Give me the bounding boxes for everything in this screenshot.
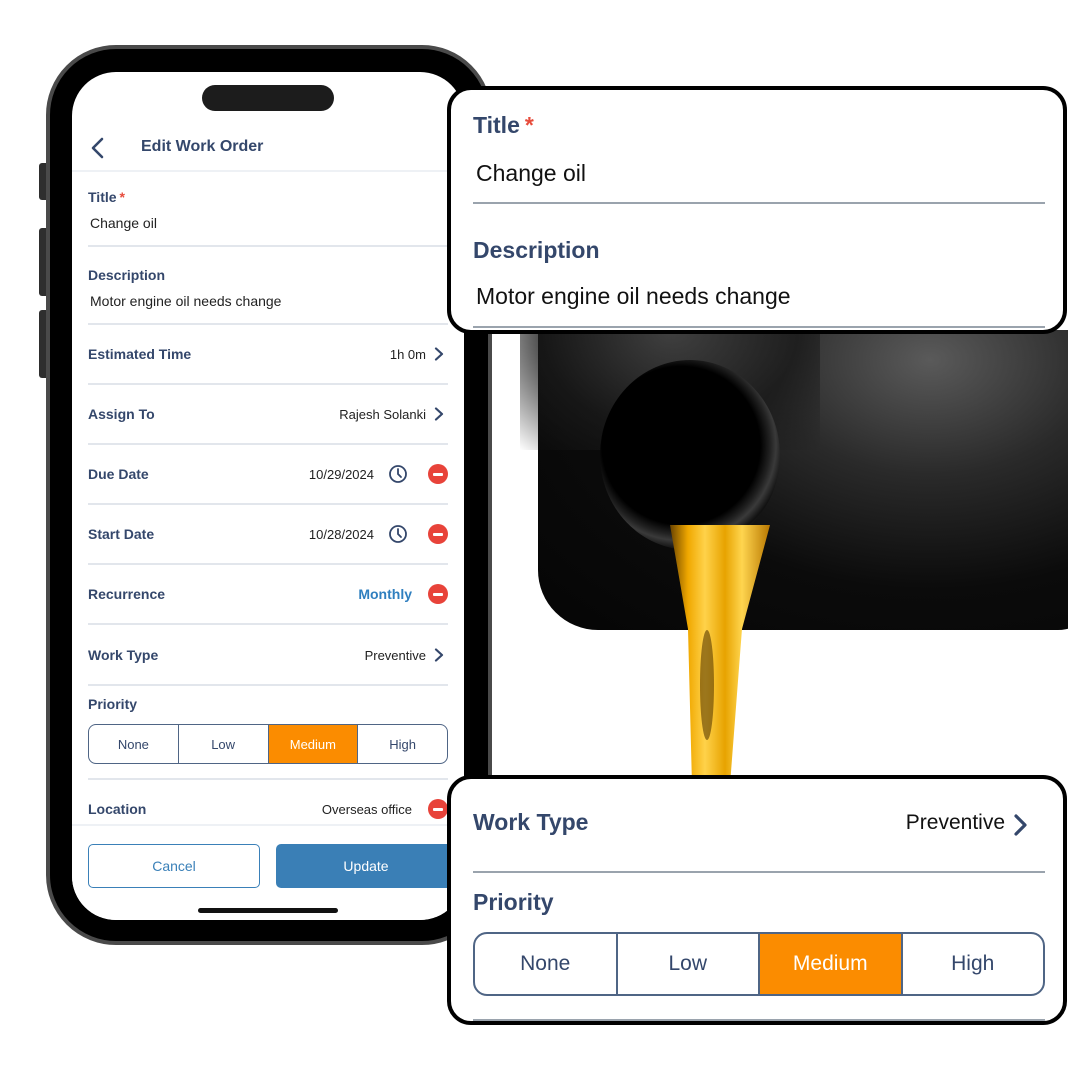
due-date-row[interactable]: Due Date 10/29/2024 [88,463,448,485]
clock-icon[interactable] [388,464,408,484]
recurrence-row[interactable]: Recurrence Monthly [88,583,448,605]
clock-icon[interactable] [388,524,408,544]
title-label: Title * [88,189,125,205]
required-asterisk: * [119,189,125,205]
callout-title-label: Title * [473,112,534,138]
divider [88,623,448,625]
divider [88,323,448,325]
start-date-value: 10/28/2024 [308,526,374,542]
remove-icon[interactable] [428,524,448,544]
remove-icon[interactable] [428,584,448,604]
callout-priority-option-none: None [520,952,571,975]
divider [88,778,448,780]
recurrence-label: Recurrence [88,586,166,602]
remove-icon[interactable] [428,799,448,819]
dynamic-island [202,85,334,111]
callout-description-value: Motor engine oil needs change [476,283,791,309]
chevron-right-icon [434,648,444,662]
remove-icon[interactable] [428,464,448,484]
estimated-time-row[interactable]: Estimated Time 1h 0m [88,343,448,365]
phone-screen: Edit Work Order Title * Change oil Descri… [72,72,464,920]
estimated-time-value: 1h 0m [389,346,426,362]
divider [88,245,448,247]
divider [473,871,1045,873]
callout-priority-option-low: Low [615,934,759,994]
due-date-value: 10/29/2024 [308,466,374,482]
callout-work-type-label: Work Type [473,809,589,835]
assign-to-value: Rajesh Solanki [339,406,426,422]
assign-to-label: Assign To [88,406,155,422]
divider [473,202,1045,204]
oil-stream [670,525,770,776]
callout-priority-segmented-control: None Low Medium High [473,932,1045,996]
description-field[interactable]: Description Motor engine oil needs chang… [88,267,448,309]
location-label: Location [88,801,147,817]
priority-option-medium[interactable]: Medium [267,725,358,763]
app-header: Edit Work Order [72,130,464,172]
priority-field: Priority [88,696,448,712]
callout-priority-option-medium: Medium [758,934,901,994]
callout-priority-option-high: High [900,934,1044,994]
chevron-left-icon[interactable] [88,136,110,160]
work-type-value: Preventive [364,647,426,663]
priority-option-high[interactable]: High [357,725,447,763]
divider [88,503,448,505]
divider [473,326,1045,328]
oil-pouring-photo [490,330,1068,776]
divider [88,383,448,385]
location-row[interactable]: Location Overseas office [88,798,448,820]
callout-title-value: Change oil [476,160,586,186]
divider [88,563,448,565]
divider [88,684,448,686]
assign-to-row[interactable]: Assign To Rajesh Solanki [88,403,448,425]
location-value: Overseas office [321,801,412,817]
title-input[interactable]: Change oil [90,215,448,231]
page-title: Edit Work Order [141,138,264,155]
home-indicator [198,908,338,913]
chevron-right-icon [434,347,444,361]
required-asterisk: * [524,112,534,138]
start-date-row[interactable]: Start Date 10/28/2024 [88,523,448,545]
work-type-row[interactable]: Work Type Preventive [88,644,448,666]
priority-option-low[interactable]: Low [177,725,268,763]
due-date-label: Due Date [88,466,149,482]
callout-priority-label: Priority [473,889,554,915]
estimated-time-label: Estimated Time [88,346,192,362]
chevron-right-icon [1014,814,1027,836]
chevron-right-icon [434,407,444,421]
cancel-button[interactable]: Cancel [88,844,260,888]
priority-segmented-control[interactable]: None Low Medium High [88,724,448,764]
divider [88,443,448,445]
oil-stream-shadow [700,630,714,740]
divider [473,1019,1045,1021]
callout-work-type-value: Preventive [905,811,1005,834]
description-label: Description [88,267,166,283]
recurrence-value[interactable]: Monthly [358,586,412,602]
title-description-callout: Title * Change oil Description Motor engi… [447,86,1067,334]
start-date-label: Start Date [88,526,155,542]
callout-description-label: Description [473,237,600,263]
work-type-priority-callout: Work Type Preventive Priority None Low M… [447,775,1067,1025]
oil-jug-spout [600,360,780,550]
title-field[interactable]: Title * Change oil [88,189,448,231]
form-footer: Cancel Update [72,824,464,920]
description-input[interactable]: Motor engine oil needs change [90,293,448,309]
update-button[interactable]: Update [276,844,456,888]
priority-label: Priority [88,696,138,712]
priority-option-none[interactable]: None [89,725,178,763]
work-type-label: Work Type [88,647,159,663]
